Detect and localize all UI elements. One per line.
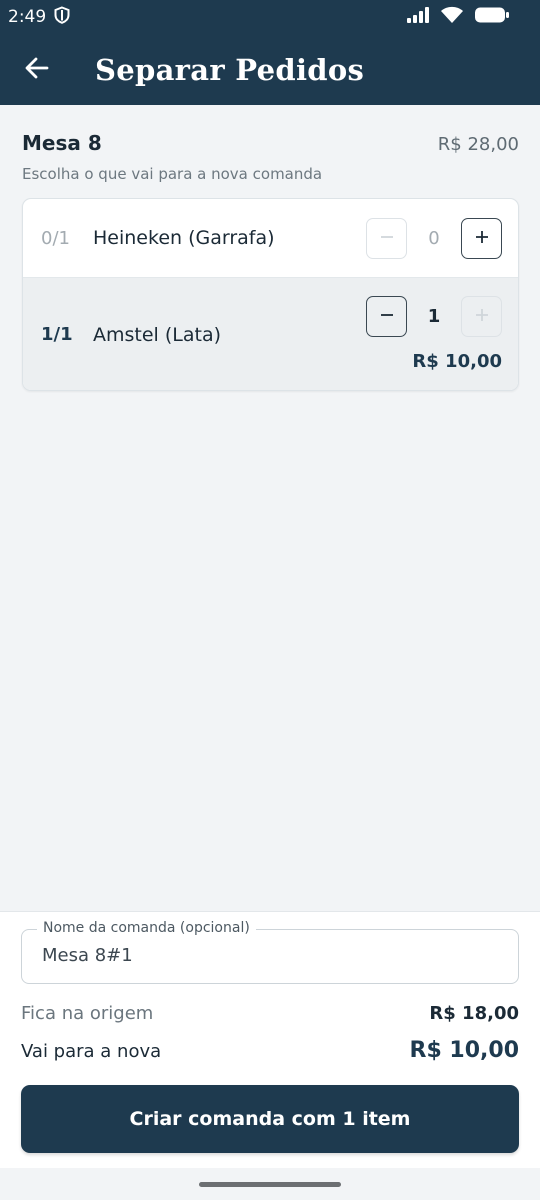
shield-icon (54, 5, 70, 29)
app-bar: Separar Pedidos (0, 34, 540, 105)
goes-row: Vai para a nova R$ 10,00 (21, 1038, 519, 1063)
goes-value: R$ 10,00 (409, 1038, 520, 1063)
order-header: Mesa 8 R$ 28,00 (22, 131, 519, 155)
instruction-text: Escolha o que vai para a nova comanda (22, 165, 323, 183)
arrow-left-icon (24, 55, 50, 85)
home-indicator[interactable] (199, 1182, 341, 1187)
battery-icon (474, 6, 510, 28)
goes-label: Vai para a nova (21, 1041, 162, 1062)
item-controls: 0 (366, 217, 502, 259)
stays-value: R$ 18,00 (429, 1003, 519, 1024)
order-name-label: Nome da comanda (opcional) (37, 920, 256, 936)
items-list: 0/1 Heineken (Garrafa) 0 1/1 Amstel (Lat… (22, 198, 519, 391)
wifi-icon (440, 6, 464, 28)
page-title: Separar Pedidos (95, 52, 365, 87)
split-order-content: Mesa 8 R$ 28,00 Escolha o que vai para a… (22, 105, 519, 391)
order-name-field: Nome da comanda (opcional) (21, 920, 519, 984)
plus-icon (475, 229, 489, 248)
decrement-button[interactable] (366, 217, 407, 259)
decrement-button[interactable] (366, 296, 407, 337)
increment-button[interactable] (461, 217, 502, 259)
item-name: Heineken (Garrafa) (93, 227, 275, 249)
quantity-value: 0 (428, 227, 440, 249)
quantity-value: 1 (427, 306, 441, 327)
bottom-panel: Nome da comanda (opcional) Fica na orige… (0, 911, 540, 1168)
plus-icon (475, 307, 489, 326)
order-name-input[interactable] (42, 945, 502, 966)
create-order-button[interactable]: Criar comanda com 1 item (21, 1085, 519, 1153)
navigation-bar (0, 1168, 540, 1200)
item-price: R$ 10,00 (412, 351, 502, 372)
signal-icon (406, 6, 430, 28)
quantity-stepper: 1 (366, 296, 502, 337)
quantity-stepper: 0 (366, 217, 502, 259)
stays-row: Fica na origem R$ 18,00 (21, 1003, 519, 1024)
item-fraction: 1/1 (41, 324, 73, 345)
list-item: 0/1 Heineken (Garrafa) 0 (23, 199, 518, 278)
table-total: R$ 28,00 (437, 134, 519, 155)
status-time: 2:49 (8, 7, 47, 27)
item-controls: 1 R$ 10,00 (366, 296, 502, 372)
minus-icon (380, 229, 394, 248)
item-name: Amstel (Lata) (93, 324, 222, 346)
back-button[interactable] (12, 45, 62, 95)
table-name: Mesa 8 (22, 131, 102, 155)
status-bar: 2:49 (0, 0, 540, 34)
minus-icon (380, 307, 394, 326)
increment-button[interactable] (461, 296, 502, 337)
list-item: 1/1 Amstel (Lata) 1 R$ 10,00 (23, 278, 518, 390)
item-fraction: 0/1 (41, 227, 70, 249)
stays-label: Fica na origem (21, 1003, 154, 1024)
